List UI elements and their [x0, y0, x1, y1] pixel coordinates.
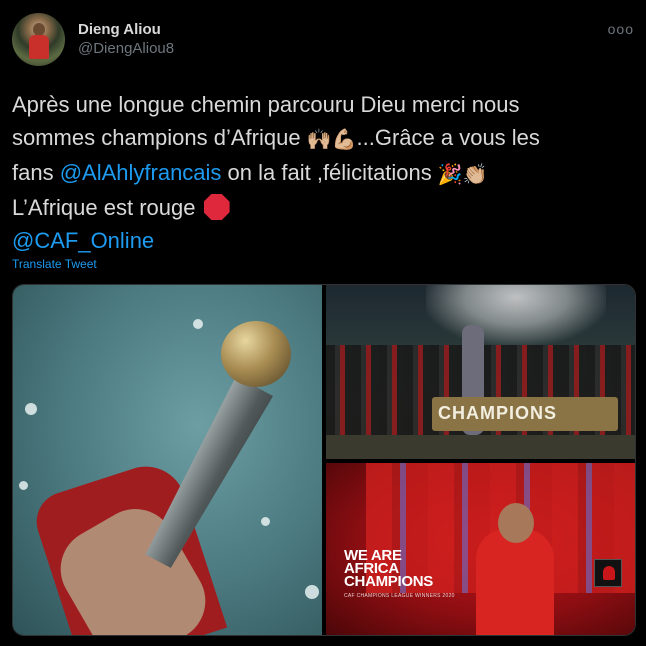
poster-headline: WE ARE AFRICA CHAMPIONS	[344, 548, 433, 590]
stop-sign-icon	[203, 194, 230, 220]
avatar[interactable]	[12, 13, 65, 66]
bokeh-light	[193, 319, 203, 329]
tweet-text-line: on la fait ,félicitations	[221, 160, 438, 185]
bokeh-light	[305, 585, 319, 599]
tweet-text-line: L’Afrique est rouge	[12, 195, 202, 220]
mention-link[interactable]: @AlAhlyfrancais	[60, 160, 222, 185]
trophy-ball	[221, 321, 291, 387]
bokeh-light	[25, 403, 37, 415]
tweet-text: Après une longue chemin parcouru Dieu me…	[12, 88, 632, 257]
translate-tweet-link[interactable]: Translate Tweet	[12, 257, 97, 271]
photo-trophy[interactable]	[13, 285, 322, 635]
author-names: Dieng Aliou @DiengAliou8	[78, 20, 174, 59]
tweet-text-line: Après une longue chemin parcouru Dieu me…	[12, 92, 520, 117]
media-grid: CHAMPIONS WE ARE AFRICA CHAMPIONS CAF CH…	[12, 284, 636, 636]
confetti-cloud	[426, 285, 606, 345]
mention-link[interactable]: @CAF_Online	[12, 228, 154, 253]
bokeh-light	[19, 481, 28, 490]
photo-celebration[interactable]: CHAMPIONS	[326, 285, 635, 459]
front-player	[476, 529, 554, 635]
more-options-icon[interactable]: ooo	[608, 21, 634, 37]
avatar-body	[29, 35, 49, 59]
photo-team-poster[interactable]: WE ARE AFRICA CHAMPIONS CAF CHAMPIONS LE…	[326, 463, 635, 635]
front-player-head	[498, 503, 534, 543]
display-name[interactable]: Dieng Aliou	[78, 20, 174, 39]
tweet: Dieng Aliou @DiengAliou8 ooo Après une l…	[0, 0, 646, 646]
user-handle[interactable]: @DiengAliou8	[78, 39, 174, 59]
stage-floor	[326, 435, 635, 459]
club-logo-icon	[594, 559, 622, 587]
champions-banner-text: CHAMPIONS	[438, 403, 558, 423]
bokeh-light	[261, 517, 270, 526]
tweet-header: Dieng Aliou @DiengAliou8 ooo	[12, 13, 634, 69]
tweet-text-line: ...Grâce a vous les	[356, 125, 540, 150]
party-popper-clapping-emoji: 🎉👏🏼	[437, 162, 488, 186]
tweet-text-line: fans	[12, 160, 60, 185]
raised-hands-flexed-biceps-emoji: 🙌🏼💪🏼	[306, 127, 357, 151]
eagle-icon	[603, 566, 615, 580]
tweet-text-line: sommes champions d’Afrique	[12, 125, 307, 150]
poster-subline: CAF CHAMPIONS LEAGUE WINNERS 2020	[344, 593, 455, 599]
poster-headline-line: CHAMPIONS	[344, 573, 433, 590]
